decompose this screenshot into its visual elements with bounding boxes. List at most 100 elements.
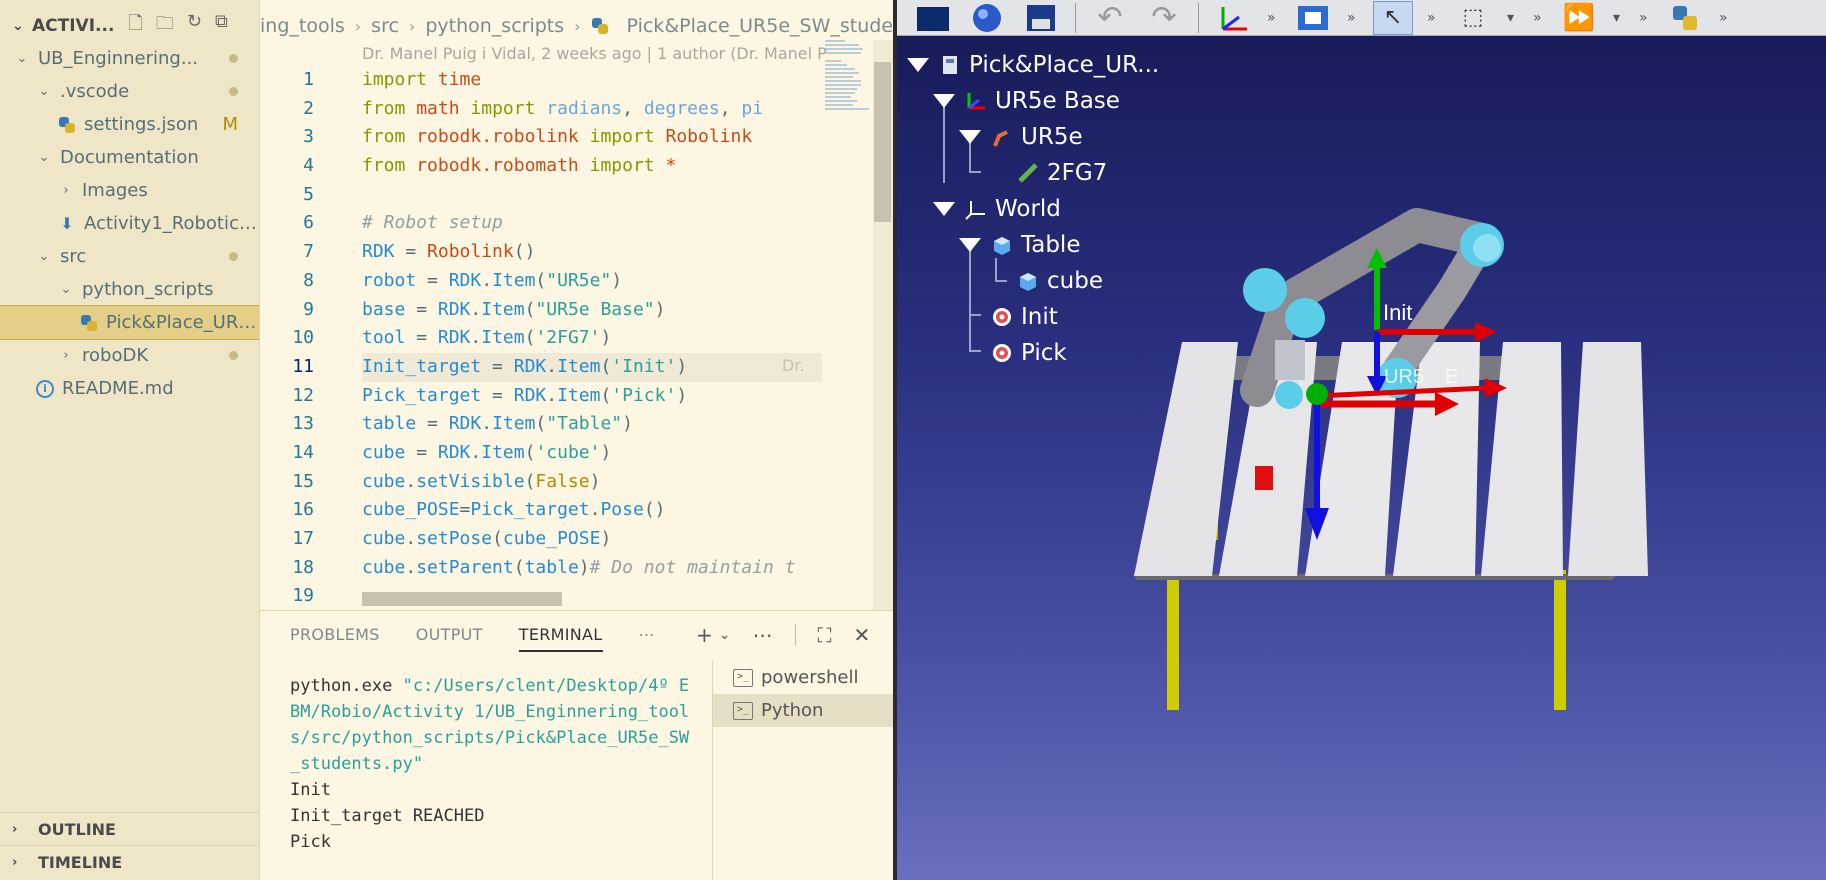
add-reference-frame-icon[interactable] [1213,1,1253,35]
program-icon[interactable]: ⬚ [1453,1,1493,35]
select-icon[interactable]: ↖ [1373,0,1413,35]
chevron-down-icon[interactable]: ▾ [1507,10,1519,26]
code-line[interactable]: tool = RDK.Item('2FG7') [362,324,822,353]
chevron-down-icon[interactable]: ▾ [1613,10,1625,26]
tab-problems[interactable]: PROBLEMS [290,625,380,652]
triangle-down-icon[interactable] [933,94,955,108]
maximize-panel-icon[interactable]: ⛶ [818,623,832,647]
minimap[interactable] [825,40,873,140]
breadcrumb-item[interactable]: src [371,15,399,37]
code-line[interactable]: base = RDK.Item("UR5e Base") [362,296,822,325]
table-slat [1568,342,1648,576]
cube-object[interactable] [1255,466,1273,490]
station-tree-label: UR5e [1021,124,1083,150]
collapse-all-icon[interactable]: ⧉ [215,11,228,41]
tree-item[interactable]: ⌄ UB_Enginnering... [0,42,259,75]
blame-annotation[interactable]: Dr. Manel Puig i Vidal, 2 weeks ago | 1 … [362,44,827,63]
add-terminal-icon[interactable]: + [696,623,713,647]
triangle-down-icon[interactable] [959,130,981,144]
tab-terminal[interactable]: TERMINAL [518,625,603,652]
tree-item[interactable]: › roboDK [0,339,259,372]
robodk-toolbar: ↶ ↷ » » ↖ » ⬚ ▾ » ⏩ ▾ » » [897,0,1826,36]
python-icon [58,116,76,134]
horizontal-scroll-thumb[interactable] [362,592,562,606]
breadcrumb-item[interactable]: python_scripts [425,15,564,37]
code-line[interactable] [362,181,822,210]
tree-item[interactable]: i README.md [0,372,259,405]
close-panel-icon[interactable]: ✕ [854,623,871,647]
tree-item[interactable]: ⌄ python_scripts [0,273,259,306]
terminal-output[interactable]: python.exe "c:/Users/clent/Desktop/4º EB… [290,673,694,855]
code-line[interactable]: cube = RDK.Item('cube') [362,439,822,468]
code-line[interactable]: cube_POSE=Pick_target.Pose() [362,496,822,525]
tree-item[interactable]: ⬇ Activity1_Robotic_E... [0,207,259,240]
code-line[interactable]: cube.setParent(table)# Do not maintain t [362,554,822,583]
tree-item[interactable]: ⌄ src [0,240,259,273]
station-tree-item[interactable]: Pick [959,336,1067,370]
more-icon[interactable]: » [1347,10,1359,26]
terminal-item-python[interactable]: >_ Python [713,694,893,727]
station-tree-item[interactable]: Pick&Place_UR... [907,48,1159,82]
inline-blame: Dr. [782,356,805,375]
station-tree-item[interactable]: UR5e Base [933,84,1120,118]
new-file-icon[interactable]: 🗋 [128,11,142,41]
more-actions-icon[interactable]: ⋯ [753,623,773,647]
timeline-section[interactable]: › TIMELINE [0,845,259,878]
code-line[interactable]: from robodk.robomath import * [362,152,822,181]
open-library-icon[interactable] [967,1,1007,35]
new-station-icon[interactable] [913,1,953,35]
more-icon[interactable]: » [1719,10,1731,26]
triangle-down-icon[interactable] [959,238,981,252]
code-line[interactable]: table = RDK.Item("Table") [362,410,822,439]
code-line[interactable]: from math import radians, degrees, pi [362,95,822,124]
tree-item-label: .vscode [60,81,130,102]
new-folder-icon[interactable]: 🗀 [156,11,174,41]
more-icon[interactable]: » [1639,10,1651,26]
more-icon[interactable]: » [1533,10,1545,26]
save-icon[interactable] [1021,1,1061,35]
outline-section[interactable]: › OUTLINE [0,812,259,845]
code-lines[interactable]: import time from math import radians, de… [362,66,822,611]
breadcrumb-item[interactable]: ing_tools [260,15,345,37]
station-tree-item[interactable]: cube [985,264,1103,298]
code-line[interactable]: # Robot setup [362,209,822,238]
fast-forward-icon[interactable]: ⏩ [1559,1,1599,35]
python-icon [591,17,609,35]
python-icon[interactable] [1665,1,1705,35]
terminal-item-powershell[interactable]: >_ powershell [713,661,893,694]
triangle-down-icon[interactable] [933,202,955,216]
more-icon[interactable]: » [1267,10,1279,26]
station-tree-item[interactable]: 2FG7 [985,156,1107,190]
explorer-header[interactable]: ⌄ ACTIVI... 🗋 🗀 ↻ ⧉ [0,8,259,44]
chevron-down-icon[interactable]: ⌄ [719,627,731,643]
vertical-scroll-thumb[interactable] [874,62,891,222]
code-editor[interactable]: ing_tools › src › python_scripts › Pick&… [260,0,952,611]
tab-output[interactable]: OUTPUT [416,625,483,652]
code-line[interactable]: RDK = Robolink() [362,238,822,267]
station-tree-item[interactable]: UR5e [959,120,1083,154]
tree-item[interactable]: ⌄ Documentation [0,141,259,174]
more-icon[interactable]: ⋯ [639,625,655,652]
code-line-current[interactable]: Init_target = RDK.Item('Init') [362,352,822,382]
code-line[interactable]: Pick_target = RDK.Item('Pick') [362,382,822,411]
code-line[interactable]: from robodk.robolink import Robolink [362,123,822,152]
more-icon[interactable]: » [1427,10,1439,26]
tree-item[interactable]: Pick&Place_UR5e... [0,305,259,340]
station-tree-item[interactable]: Init [959,300,1058,334]
redo-icon[interactable]: ↷ [1144,0,1184,35]
undo-icon[interactable]: ↶ [1090,0,1130,35]
refresh-icon[interactable]: ↻ [187,11,202,41]
tree-item[interactable]: settings.json M [0,108,259,141]
tree-item[interactable]: › Images [0,174,259,207]
code-line[interactable]: cube.setPose(cube_POSE) [362,525,822,554]
triangle-down-icon[interactable] [907,58,929,72]
code-line[interactable]: robot = RDK.Item("UR5e") [362,267,822,296]
station-tree-item[interactable]: Table [959,228,1080,262]
code-line[interactable]: cube.setVisible(False) [362,468,822,497]
line-number: 4 [303,155,314,177]
fit-all-icon[interactable] [1293,1,1333,35]
tree-item[interactable]: ⌄ .vscode [0,75,259,108]
code-line[interactable]: import time [362,66,822,95]
line-number: 17 [292,528,314,549]
station-tree-item[interactable]: World [933,192,1061,226]
